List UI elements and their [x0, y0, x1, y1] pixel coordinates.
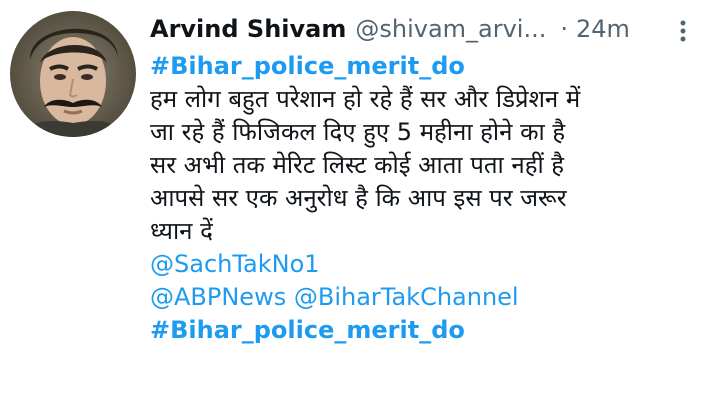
time-separator: ·: [560, 15, 569, 43]
tweet-header: Arvind Shivam @shivam_arvi... · 24m: [150, 8, 710, 50]
tweet[interactable]: Arvind Shivam @shivam_arvi... · 24m #Bih…: [0, 0, 720, 413]
tweet-line: @SachTakNo1: [150, 248, 710, 281]
tweet-line: आपसे सर एक अनुरोध है कि आप इस पर जरूर: [150, 182, 710, 215]
mention-link[interactable]: @SachTakNo1: [150, 250, 320, 278]
tweet-line: सर अभी तक मेरिट लिस्ट कोई आता पता नहीं ह…: [150, 149, 710, 182]
avatar-image: [10, 11, 136, 137]
hashtag-link[interactable]: #Bihar_police_merit_do: [150, 316, 465, 344]
author-handle[interactable]: @shivam_arvi...: [355, 15, 546, 43]
tweet-line: #Bihar_police_merit_do: [150, 314, 710, 347]
tweet-line: हम लोग बहुत परेशान हो रहे हैं सर और डिप्…: [150, 83, 710, 116]
author-display-name[interactable]: Arvind Shivam: [150, 15, 346, 43]
avatar[interactable]: [10, 11, 136, 137]
tweet-text: आपसे सर एक अनुरोध है कि आप इस पर जरूर: [150, 184, 567, 212]
tweet-text: ध्यान दें: [150, 217, 213, 245]
tweet-body: Arvind Shivam @shivam_arvi... · 24m #Bih…: [150, 8, 710, 347]
tweet-text: हम लोग बहुत परेशान हो रहे हैं सर और डिप्…: [150, 85, 581, 113]
hashtag-link[interactable]: #Bihar_police_merit_do: [150, 52, 465, 80]
tweet-line: @ABPNews @BiharTakChannel: [150, 281, 710, 314]
more-options-icon[interactable]: [668, 16, 698, 46]
tweet-line: जा रहे हैं फिजिकल दिए हुए 5 महीना होने क…: [150, 116, 710, 149]
mention-link[interactable]: @BiharTakChannel: [294, 283, 519, 311]
tweet-text: सर अभी तक मेरिट लिस्ट कोई आता पता नहीं ह…: [150, 151, 565, 179]
tweet-line: ध्यान दें: [150, 215, 710, 248]
vertical-ellipsis-icon: [680, 20, 686, 42]
tweet-line: #Bihar_police_merit_do: [150, 50, 710, 83]
tweet-text: जा रहे हैं फिजिकल दिए हुए 5 महीना होने क…: [150, 118, 566, 146]
tweet-timestamp[interactable]: 24m: [576, 15, 630, 43]
mention-link[interactable]: @ABPNews: [150, 283, 286, 311]
